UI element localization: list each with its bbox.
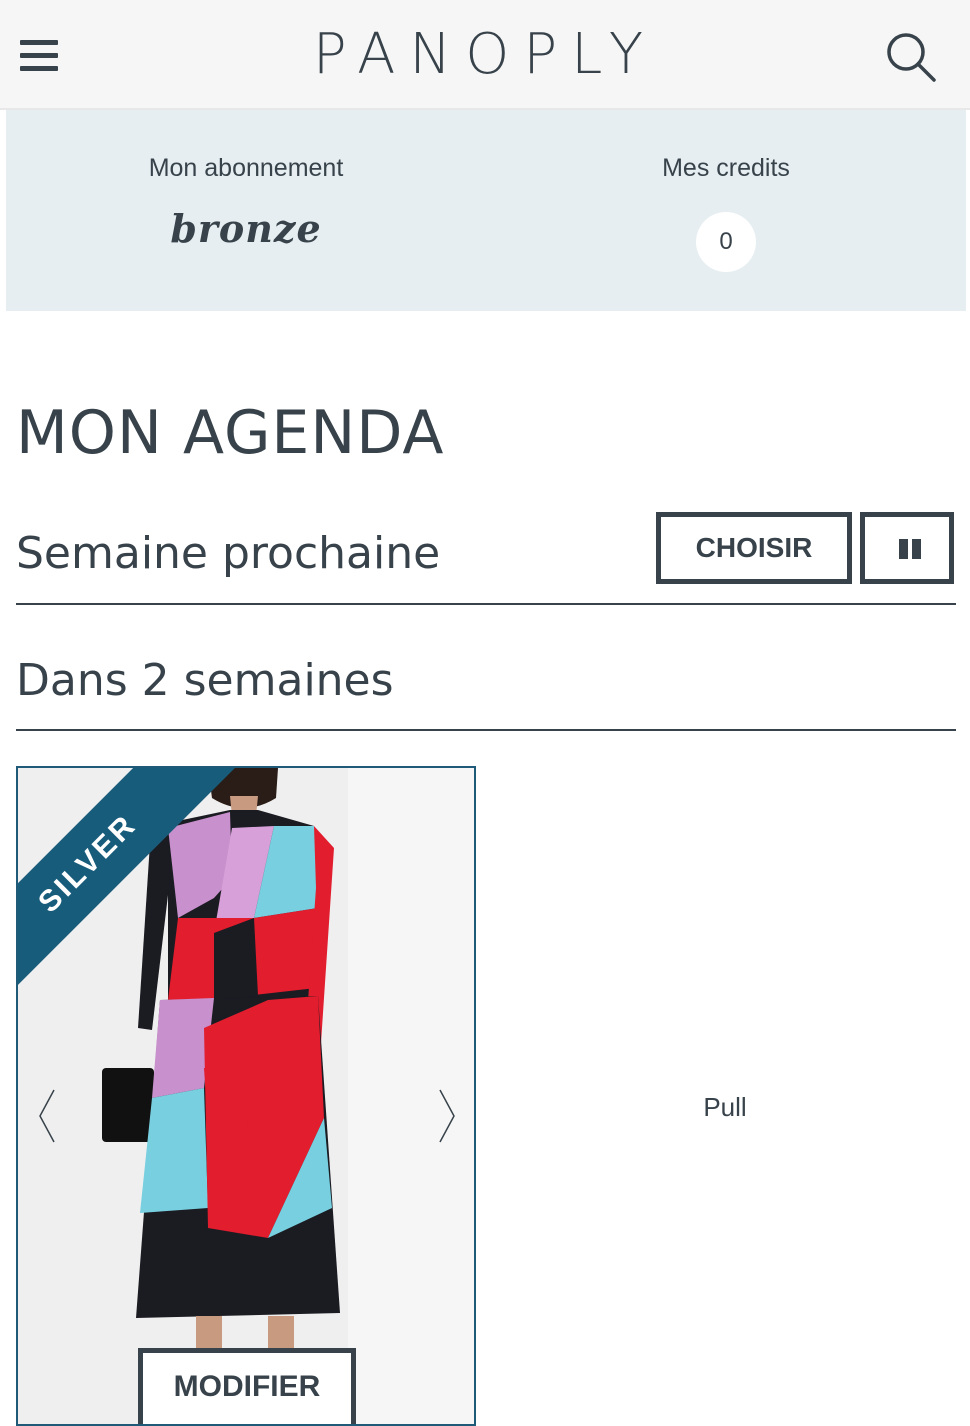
week-label-next: Semaine prochaine: [16, 528, 441, 579]
choose-button[interactable]: CHOISIR: [656, 512, 852, 584]
search-icon[interactable]: [884, 30, 936, 82]
modify-button[interactable]: MODIFIER: [138, 1348, 356, 1424]
product-name: Pull: [703, 1092, 747, 1122]
top-bar: PANOPLY: [0, 0, 970, 110]
chevron-left-icon[interactable]: [32, 1086, 62, 1146]
week-label-in-two: Dans 2 semaines: [16, 655, 394, 706]
week-divider: [16, 603, 956, 605]
pause-icon: [899, 539, 921, 559]
chevron-right-icon[interactable]: [432, 1086, 462, 1146]
page-title: MON AGENDA: [16, 398, 445, 468]
product-card[interactable]: SILVER MODIFIER: [16, 766, 476, 1426]
credits-label: Mes credits: [662, 154, 790, 182]
brand-logo[interactable]: PANOPLY: [0, 22, 970, 88]
pause-button[interactable]: [860, 512, 954, 584]
week-divider: [16, 729, 956, 731]
subscription-plan: bronze: [170, 206, 322, 251]
subscription-label: Mon abonnement: [148, 154, 344, 182]
account-summary: Mon abonnement bronze Mes credits 0: [6, 110, 966, 311]
credits-count: 0: [696, 212, 756, 272]
